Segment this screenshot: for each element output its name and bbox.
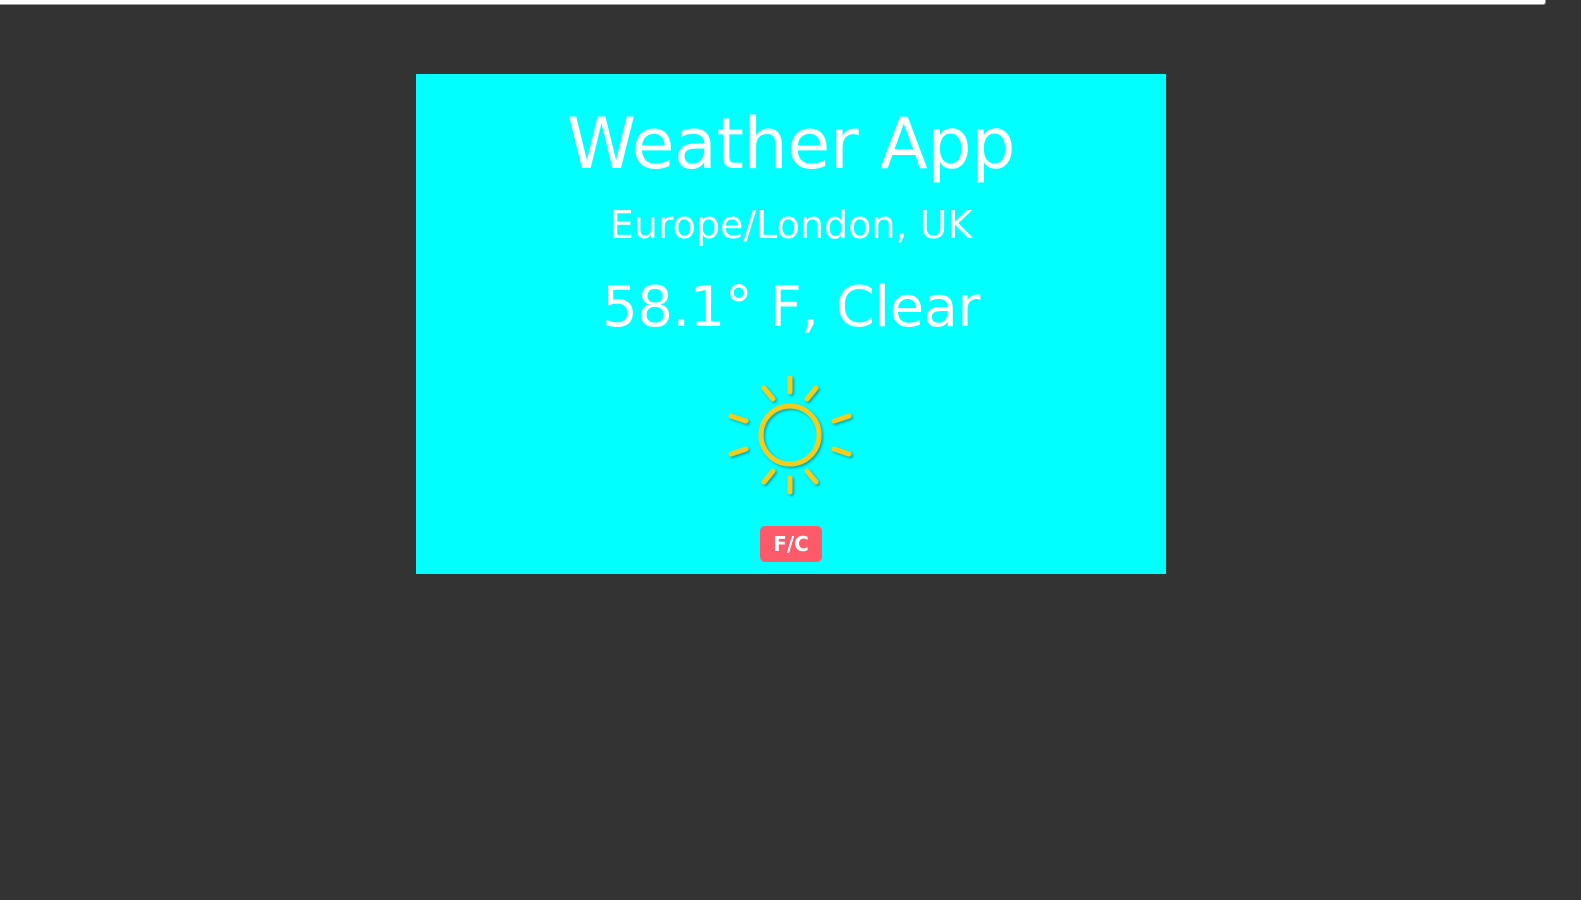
- weather-card: Weather App Europe/London, UK 58.1° F, C…: [416, 74, 1166, 574]
- unit-toggle-button[interactable]: F/C: [760, 526, 822, 562]
- browser-url-bar[interactable]: [0, 0, 1546, 5]
- location-label: Europe/London, UK: [609, 203, 973, 247]
- sun-icon: [726, 374, 856, 500]
- temperature-condition: 58.1° F, Clear: [602, 275, 980, 340]
- app-title: Weather App: [566, 103, 1016, 185]
